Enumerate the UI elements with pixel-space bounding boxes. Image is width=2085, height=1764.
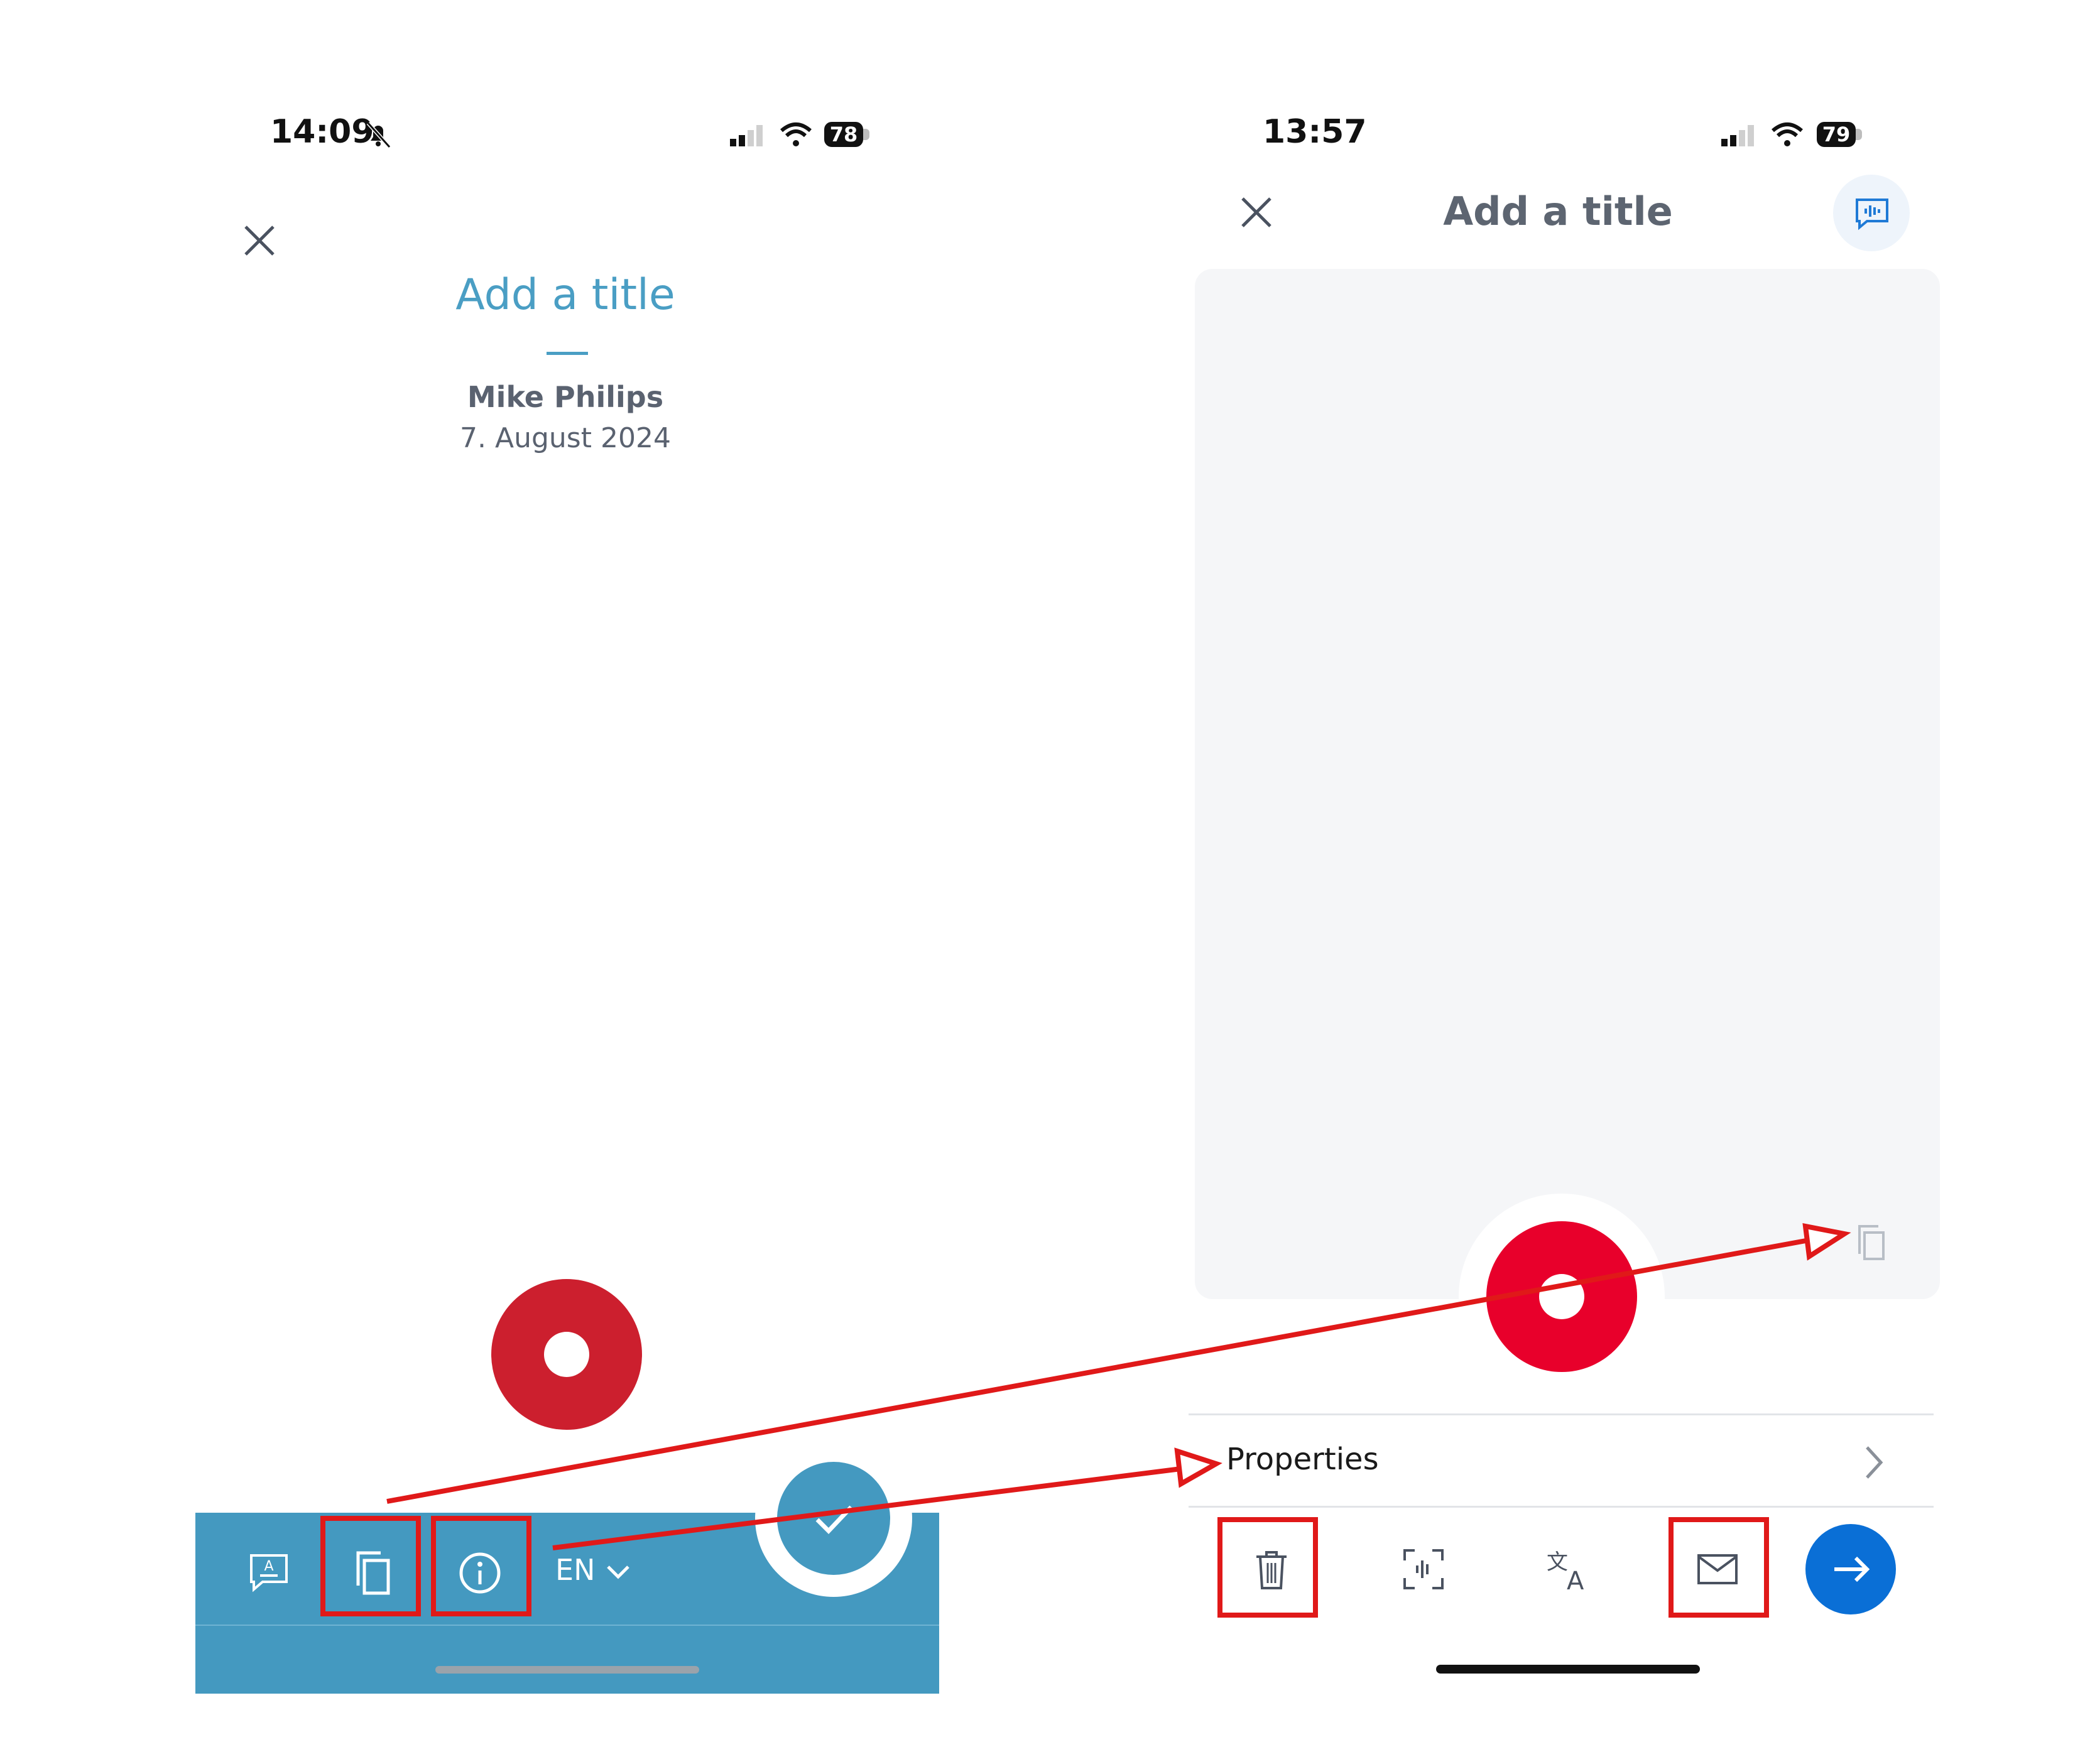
arrow-copy-to-copy bbox=[386, 1223, 1851, 1504]
annotation-arrows bbox=[386, 1223, 1851, 1550]
arrow-info-to-properties bbox=[552, 1447, 1222, 1550]
